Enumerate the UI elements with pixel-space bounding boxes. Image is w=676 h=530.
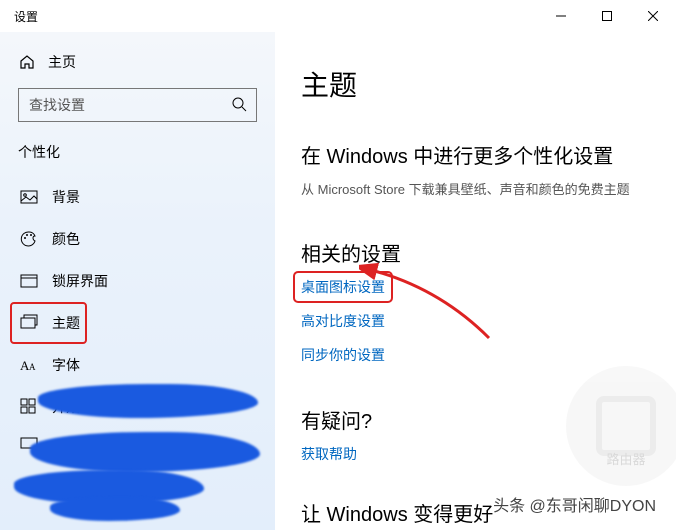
search-row [18,88,257,122]
lockscreen-icon [20,272,38,290]
home-label: 主页 [48,52,76,72]
annotation-smudge [30,432,260,472]
page-title: 主题 [301,64,652,104]
section-header: 个性化 [18,142,257,162]
link-high-contrast[interactable]: 高对比度设置 [301,311,385,331]
sidebar-item-label: 锁屏界面 [52,271,108,291]
sidebar-item-label: 主题 [52,313,80,333]
sidebar: 主页 个性化 背景 [0,32,275,530]
watermark-badge-text: 路由器 [606,449,645,468]
window-controls [538,0,676,32]
sidebar-item-lockscreen[interactable]: 锁屏界面 [18,260,257,302]
close-button[interactable] [630,0,676,32]
home-nav[interactable]: 主页 [18,42,257,82]
annotation-smudge [38,384,258,418]
section-more-personalize-head: 在 Windows 中进行更多个性化设置 [301,140,652,169]
sidebar-item-background[interactable]: 背景 [18,176,257,218]
link-sync-settings[interactable]: 同步你的设置 [301,345,385,365]
search-input[interactable] [18,88,257,122]
palette-icon [20,230,38,248]
section-more-personalize-desc: 从 Microsoft Store 下载兼具壁纸、声音和颜色的免费主题 [301,179,652,198]
annotation-smudge [50,497,180,521]
home-icon [18,53,36,71]
titlebar: 设置 [0,0,676,32]
theme-icon [20,314,38,332]
link-desktop-icon-settings[interactable]: 桌面图标设置 [301,277,385,297]
maximize-icon [602,11,612,21]
link-get-help[interactable]: 获取帮助 [301,444,357,464]
maximize-button[interactable] [584,0,630,32]
sidebar-item-fonts[interactable]: AA 字体 [18,344,257,386]
sidebar-item-label: 字体 [52,355,80,375]
main-content: 主题 在 Windows 中进行更多个性化设置 从 Microsoft Stor… [275,32,676,530]
sidebar-item-label: 颜色 [52,229,80,249]
image-icon [20,188,38,206]
svg-text:A: A [29,362,36,372]
font-icon: AA [20,356,38,374]
watermark-badge: 路由器 [566,366,676,486]
settings-window: 设置 主页 [0,0,676,530]
minimize-button[interactable] [538,0,584,32]
close-icon [648,11,658,21]
related-settings-head: 相关的设置 [301,238,652,267]
watermark-text: 头条 @东哥闲聊DYON [493,492,656,516]
minimize-icon [556,11,566,21]
start-icon [20,398,38,416]
sidebar-item-themes[interactable]: 主题 [18,302,257,344]
sidebar-item-label: 背景 [52,187,80,207]
window-title: 设置 [14,8,38,25]
search-icon [231,96,247,112]
sidebar-item-colors[interactable]: 颜色 [18,218,257,260]
